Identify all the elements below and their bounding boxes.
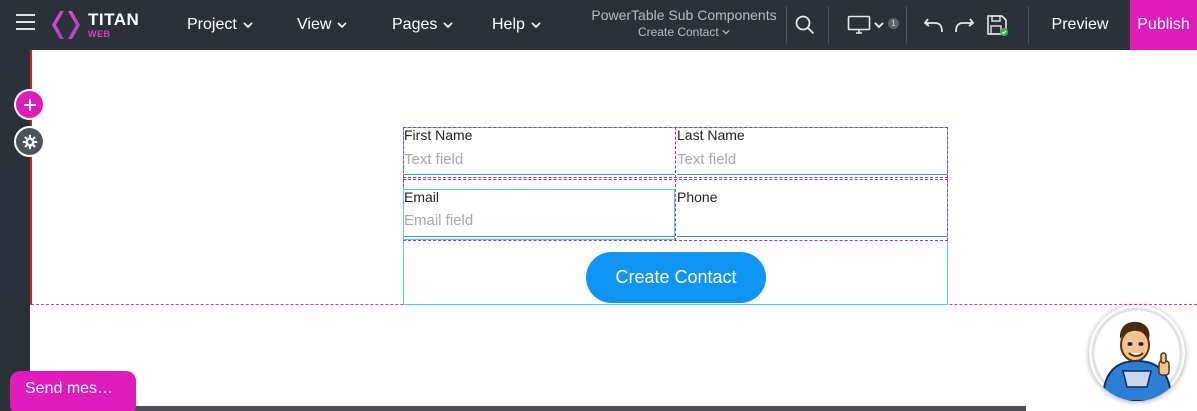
menu-help[interactable]: Help (492, 0, 541, 50)
last-name-label: Last Name (677, 127, 745, 143)
brand-sub: WEB (88, 29, 111, 39)
column-divider (675, 179, 676, 241)
device-selector[interactable] (843, 0, 889, 50)
preview-button[interactable]: Preview (1030, 0, 1130, 50)
page-title: PowerTable Sub Components Create Contact (573, 7, 795, 39)
publish-button[interactable]: Publish (1130, 0, 1197, 50)
menu-project[interactable]: Project (187, 0, 253, 50)
chevron-down-icon (531, 22, 541, 29)
phone-label: Phone (677, 189, 718, 205)
settings-button[interactable] (16, 128, 43, 155)
page-name: Create Contact (637, 25, 719, 39)
page-edge-marker (30, 50, 32, 305)
device-count-badge: 1 (888, 18, 899, 29)
horizontal-scrollbar[interactable] (134, 406, 1026, 411)
divider (828, 6, 829, 44)
brand-name: TITAN (88, 10, 140, 29)
desktop-icon (847, 15, 871, 34)
chevron-down-icon (722, 29, 730, 35)
plus-icon (23, 98, 36, 111)
undo-button[interactable] (922, 0, 946, 50)
divider (786, 6, 787, 44)
mascot-illustration (1091, 307, 1183, 401)
redo-button[interactable] (952, 0, 976, 50)
titan-logo-icon (52, 11, 80, 39)
redo-icon (955, 18, 975, 33)
undo-icon (923, 18, 943, 33)
email-label: Email (404, 189, 440, 205)
last-name-input[interactable]: Text field (677, 151, 947, 175)
save-icon (987, 15, 1008, 36)
menu-view[interactable]: View (297, 0, 347, 50)
column-divider (675, 127, 676, 178)
first-name-input[interactable]: Text field (404, 151, 675, 175)
menu-help-label: Help (492, 16, 525, 33)
titan-logo: TITAN WEB (50, 9, 142, 41)
gear-icon (22, 134, 37, 149)
search-button[interactable] (792, 0, 818, 50)
send-message-button[interactable]: Send mes… (10, 371, 136, 411)
menu-pages-label: Pages (392, 16, 438, 33)
assistant-mascot-avatar[interactable] (1089, 305, 1185, 401)
email-input[interactable]: Email field (404, 212, 675, 237)
first-name-label: First Name (404, 127, 473, 143)
menu-pages[interactable]: Pages (392, 0, 453, 50)
search-icon (795, 15, 815, 35)
divider (906, 6, 907, 44)
page-selector[interactable]: Create Contact (573, 25, 795, 39)
phone-input[interactable] (677, 212, 947, 237)
project-name: PowerTable Sub Components (591, 7, 777, 23)
add-component-button[interactable] (16, 91, 43, 118)
chevron-down-icon (874, 22, 884, 29)
chevron-down-icon (337, 22, 347, 29)
create-contact-button[interactable]: Create Contact (586, 252, 766, 303)
save-button[interactable] (984, 0, 1010, 50)
divider (1028, 6, 1029, 44)
chevron-down-icon (443, 22, 453, 29)
menu-view-label: View (297, 16, 332, 33)
menu-project-label: Project (187, 16, 237, 33)
chevron-down-icon (243, 22, 253, 29)
app-root: TITAN WEB Project View Pages Help PowerT… (0, 0, 1197, 411)
hamburger-icon[interactable] (16, 14, 35, 34)
top-bar: TITAN WEB Project View Pages Help PowerT… (0, 0, 1197, 50)
